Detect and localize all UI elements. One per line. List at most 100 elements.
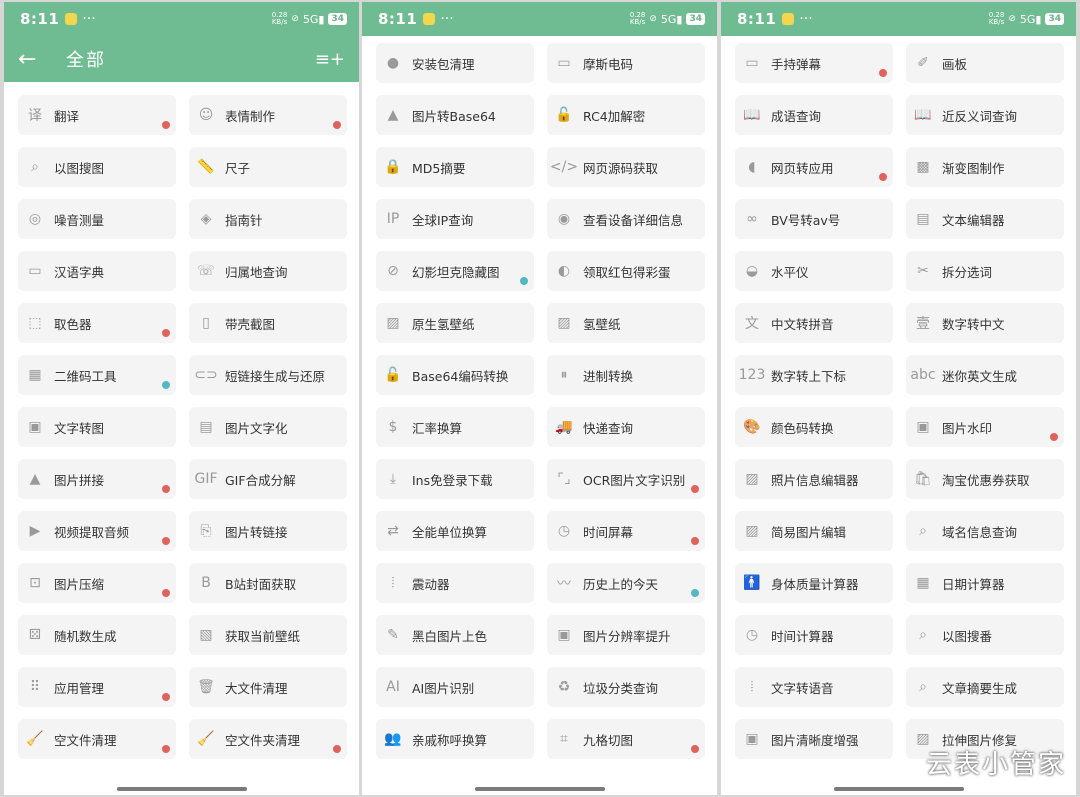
tool-item[interactable]: 📖 成语查询 (735, 95, 893, 135)
tool-item[interactable]: 🗑 大文件清理 (189, 667, 347, 707)
tool-item[interactable]: ⎘ 图片转链接 (189, 511, 347, 551)
tool-item[interactable]: 文中文转拼音 (735, 303, 893, 343)
tool-item[interactable]: ♻ 垃圾分类查询 (547, 667, 705, 707)
tool-item[interactable]: </> 网页源码获取 (547, 147, 705, 187)
tool-item[interactable]: ▨ 照片信息编辑器 (735, 459, 893, 499)
tool-item[interactable]: ⌕ 以图搜图 (18, 147, 176, 187)
tool-item[interactable]: ⌕ 域名信息查询 (906, 511, 1064, 551)
tool-item[interactable]: 👥 亲戚称呼换算 (376, 719, 534, 759)
tool-item[interactable]: ⌕ 文章摘要生成 (906, 667, 1064, 707)
new-badge-dot (333, 121, 341, 129)
back-arrow-icon[interactable]: ← (18, 47, 54, 72)
tool-label: 查看设备详细信息 (583, 212, 684, 228)
tool-item[interactable]: ▣ 图片分辨率提升 (547, 615, 705, 655)
tool-item[interactable]: ☺ 表情制作 (189, 95, 347, 135)
tool-item[interactable]: IP 全球IP查询 (376, 199, 534, 239)
tool-item[interactable]: ⌗ 九格切图 (547, 719, 705, 759)
tool-item[interactable]: ⬚ 取色器 (18, 303, 176, 343)
tool-item[interactable]: 🧹 空文件夹清理 (189, 719, 347, 759)
tool-item[interactable]: 123 数字转上下标 (735, 355, 893, 395)
tool-item[interactable]: ⠿ 应用管理 (18, 667, 176, 707)
tool-item[interactable]: ▣ 文字转图 (18, 407, 176, 447)
tool-item[interactable]: ⦙ 震动器 (376, 563, 534, 603)
tool-item[interactable]: ▯ 带壳截图 (189, 303, 347, 343)
tool-item[interactable]: ✐ 画板 (906, 43, 1064, 83)
tool-item[interactable]: ▩ 渐变图制作 (906, 147, 1064, 187)
watermark-icon: ▣ (916, 419, 930, 435)
home-indicator[interactable] (833, 787, 964, 791)
broom-icon: 🧹 (26, 731, 44, 747)
tool-item[interactable]: ⊂⊃ 短链接生成与还原 (189, 355, 347, 395)
wallpaper-icon: ▧ (199, 627, 213, 643)
tool-item[interactable]: 🧹 空文件清理 (18, 719, 176, 759)
tool-item[interactable]: ▣ 图片水印 (906, 407, 1064, 447)
tool-item[interactable]: ∞ BV号转av号 (735, 199, 893, 239)
tool-item[interactable]: ▭ 摩斯电码 (547, 43, 705, 83)
tool-item[interactable]: ⊡ 图片压缩 (18, 563, 176, 603)
tool-item[interactable]: ● 安装包清理 (376, 43, 534, 83)
gradient-icon: ▩ (916, 159, 930, 175)
add-list-icon[interactable]: ≡+ (315, 49, 345, 70)
tool-item[interactable]: ▤ 图片文字化 (189, 407, 347, 447)
tool-item[interactable]: 译翻译 (18, 95, 176, 135)
tool-item[interactable]: ◈ 指南针 (189, 199, 347, 239)
tool-item[interactable]: 〰历史上的今天 (547, 563, 705, 603)
tool-item[interactable]: ⊘ 幻影坦克隐藏图 (376, 251, 534, 291)
tool-item[interactable]: 壹数字转中文 (906, 303, 1064, 343)
tool-item[interactable]: ◷ 时间屏幕 (547, 511, 705, 551)
tool-item[interactable]: ▲ 图片拼接 (18, 459, 176, 499)
video-audio-icon: ▶ (29, 523, 41, 539)
tool-grid: ● 安装包清理 ▭ 摩斯电码 ▲ 图片转Base64 🔓 RC4加解密 🔒 MD5摘要 </> 网页源… (362, 43, 717, 759)
tool-item[interactable]: ▭ 汉语字典 (18, 251, 176, 291)
tool-item[interactable]: ▨ 简易图片编辑 (735, 511, 893, 551)
tool-item[interactable]: ⏸ 进制转换 (547, 355, 705, 395)
tool-item[interactable]: ▦ 二维码工具 (18, 355, 176, 395)
tool-item[interactable]: abc 迷你英文生成 (906, 355, 1064, 395)
tool-item[interactable]: ▭ 手持弹幕 (735, 43, 893, 83)
tool-item[interactable]: ◖ 网页转应用 (735, 147, 893, 187)
tool-item[interactable]: 📏 尺子 (189, 147, 347, 187)
tool-item[interactable]: 🔒 MD5摘要 (376, 147, 534, 187)
tool-item[interactable]: $ 汇率换算 (376, 407, 534, 447)
tool-item[interactable]: 🔓 Base64编码转换 (376, 355, 534, 395)
tool-item[interactable]: ✂ 拆分选词 (906, 251, 1064, 291)
tool-item[interactable]: 🚚 快递查询 (547, 407, 705, 447)
tool-item[interactable]: 🎨 颜色码转换 (735, 407, 893, 447)
tool-item[interactable]: ☏ 归属地查询 (189, 251, 347, 291)
status-indicators: 0.28 KB/s ⊘ 5G▮ 34 (272, 12, 347, 26)
tool-item[interactable]: ◎ 噪音测量 (18, 199, 176, 239)
tool-item[interactable]: GIF GIF合成分解 (189, 459, 347, 499)
tool-item[interactable]: ▤ 文本编辑器 (906, 199, 1064, 239)
tool-item[interactable]: ⦙ 文字转语音 (735, 667, 893, 707)
notification-icon (65, 13, 78, 25)
tool-label: BV号转av号 (771, 212, 841, 228)
tool-item[interactable]: ▨ 原生氢壁纸 (376, 303, 534, 343)
tool-item[interactable]: ▣ 图片清晰度增强 (735, 719, 893, 759)
tool-item[interactable]: ✎ 黑白图片上色 (376, 615, 534, 655)
home-indicator[interactable] (116, 787, 247, 791)
tool-item[interactable]: 🔓 RC4加解密 (547, 95, 705, 135)
tool-item[interactable]: B B站封面获取 (189, 563, 347, 603)
tool-label: 归属地查询 (225, 264, 288, 280)
photo-edit-icon: ▨ (745, 471, 759, 487)
tool-item[interactable]: ⤓ Ins免登录下载 (376, 459, 534, 499)
tool-item[interactable]: 📖 近反义词查询 (906, 95, 1064, 135)
home-indicator[interactable] (474, 787, 605, 791)
tool-item[interactable]: ▦ 日期计算器 (906, 563, 1064, 603)
tool-item[interactable]: ◉ 查看设备详细信息 (547, 199, 705, 239)
tool-item[interactable]: ⇄ 全能单位换算 (376, 511, 534, 551)
tool-item[interactable]: ▧ 获取当前壁纸 (189, 615, 347, 655)
tool-item[interactable]: ▲ 图片转Base64 (376, 95, 534, 135)
tool-item[interactable]: ⌕ 以图搜番 (906, 615, 1064, 655)
tool-item[interactable]: 🚹 身体质量计算器 (735, 563, 893, 603)
tool-item[interactable]: ◐ 领取红包得彩蛋 (547, 251, 705, 291)
tool-item[interactable]: ⌜⌟ OCR图片文字识别 (547, 459, 705, 499)
tool-item[interactable]: AI AI图片识别 (376, 667, 534, 707)
tool-item[interactable]: ⚄ 随机数生成 (18, 615, 176, 655)
tool-item[interactable]: ◷ 时间计算器 (735, 615, 893, 655)
tool-item[interactable]: ▨ 氢壁纸 (547, 303, 705, 343)
tool-item[interactable]: ◒ 水平仪 (735, 251, 893, 291)
tool-item[interactable]: ▶ 视频提取音频 (18, 511, 176, 551)
tool-label: 汇率换算 (412, 420, 463, 436)
tool-item[interactable]: 🛍 淘宝优惠券获取 (906, 459, 1064, 499)
